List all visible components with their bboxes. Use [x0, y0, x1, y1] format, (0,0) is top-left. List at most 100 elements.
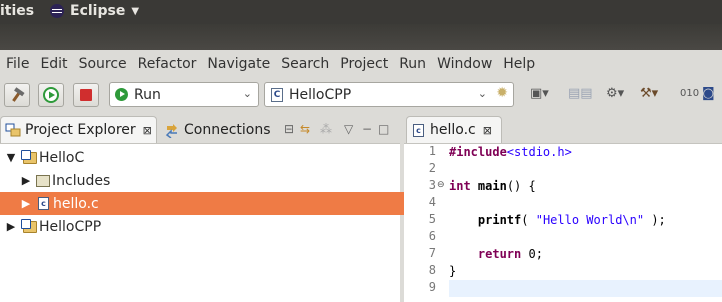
- close-icon[interactable]: ⊠: [143, 124, 152, 137]
- build-button[interactable]: [4, 83, 30, 107]
- tree-item-label: hello.c: [53, 195, 99, 212]
- editor-tab-bar: c hello.c ⊠: [404, 116, 722, 144]
- filter-icon[interactable]: ⁂: [320, 122, 332, 136]
- c-file-icon: c: [38, 197, 49, 210]
- build-config-icon[interactable]: ⚒▾: [640, 86, 658, 101]
- window-title-bar: [0, 24, 722, 50]
- code-text: );: [644, 213, 666, 227]
- tab-connections[interactable]: Connections: [160, 116, 278, 143]
- chevron-down-icon: ⌄: [477, 87, 487, 100]
- stop-button[interactable]: [73, 83, 99, 107]
- collapsed-arrow-icon[interactable]: ▶: [20, 197, 32, 210]
- includes-icon: [36, 174, 50, 187]
- c-file-icon: C: [271, 87, 283, 102]
- tree-item-label: HelloCPP: [39, 218, 102, 235]
- run-button[interactable]: [38, 83, 64, 107]
- menu-project[interactable]: Project: [340, 56, 388, 72]
- gear-icon[interactable]: ✹: [496, 85, 508, 101]
- debug-config-icon[interactable]: ⚙▾: [606, 86, 624, 101]
- project-explorer-icon: [5, 123, 21, 137]
- menu-source[interactable]: Source: [79, 56, 127, 72]
- c-file-icon: c: [413, 123, 424, 137]
- code-line: return 0;: [449, 246, 543, 263]
- code-line: printf( "Hello World\n" );: [449, 212, 666, 229]
- main-toolbar: Run ⌄ C HelloCPP ⌄ ✹ ▣▾ ▤▤ ⚙▾ ⚒▾ 010 ◙: [0, 78, 722, 112]
- project-folder-icon: [21, 149, 37, 164]
- keyword: int: [449, 179, 471, 193]
- code-text: 0;: [521, 247, 543, 261]
- view-menu-icon[interactable]: ▽: [344, 122, 353, 136]
- fold-collapse-icon[interactable]: ⊖: [437, 180, 445, 190]
- line-number: 3: [428, 178, 436, 192]
- collapsed-arrow-icon[interactable]: ▶: [5, 220, 17, 233]
- menu-edit[interactable]: Edit: [40, 56, 67, 72]
- run-config-select[interactable]: Run ⌄: [109, 82, 259, 107]
- menu-navigate[interactable]: Navigate: [207, 56, 270, 72]
- binary-icon[interactable]: 010: [680, 88, 699, 99]
- code-line: }: [449, 263, 456, 280]
- eclipse-logo-icon: [50, 4, 64, 18]
- code-text: () {: [506, 179, 536, 193]
- code-line: #include<stdio.h>: [449, 144, 572, 161]
- tab-project-explorer-label: Project Explorer: [25, 122, 136, 138]
- tree-item-hellocpp[interactable]: ▶ HelloCPP: [0, 215, 405, 238]
- tab-hello-c[interactable]: c hello.c ⊠: [406, 116, 502, 143]
- line-number: 4: [428, 195, 436, 209]
- line-number: 2: [428, 161, 436, 175]
- launch-target-value: HelloCPP: [289, 86, 352, 103]
- run-icon: [43, 87, 59, 103]
- line-number: 1: [428, 144, 436, 158]
- menu-refactor[interactable]: Refactor: [138, 56, 197, 72]
- line-number-gutter: 1 2 3 ⊖ 4 5 6 7 8 9: [404, 144, 448, 302]
- line-number: 5: [428, 212, 436, 226]
- menu-window[interactable]: Window: [437, 56, 492, 72]
- code-text: }: [449, 264, 457, 278]
- line-number: 6: [428, 229, 436, 243]
- collapsed-arrow-icon[interactable]: ▶: [20, 174, 32, 187]
- stop-icon: [80, 89, 92, 101]
- menu-search[interactable]: Search: [281, 56, 329, 72]
- launch-target-select[interactable]: C HelloCPP ⌄ ✹: [264, 82, 514, 107]
- minimize-icon[interactable]: −: [362, 122, 372, 136]
- include-directive: #include: [449, 145, 507, 159]
- close-icon[interactable]: ⊠: [483, 124, 492, 137]
- left-tab-bar: Project Explorer ⊠ Connections ⊟ ⇆ ⁂ ▽ −…: [0, 116, 400, 144]
- caret-down-icon: ▼: [131, 5, 140, 17]
- current-line-highlight: [449, 280, 722, 297]
- expanded-arrow-icon[interactable]: ▼: [5, 151, 17, 164]
- maximize-icon[interactable]: □: [378, 122, 389, 136]
- project-explorer-panel: Project Explorer ⊠ Connections ⊟ ⇆ ⁂ ▽ −…: [0, 116, 420, 302]
- run-icon: [115, 88, 128, 101]
- menu-help[interactable]: Help: [503, 56, 535, 72]
- app-menu[interactable]: Eclipse ▼: [50, 3, 139, 19]
- include-path: <stdio.h>: [506, 145, 572, 159]
- code-text: (: [521, 213, 536, 227]
- menu-file[interactable]: File: [6, 56, 29, 72]
- tab-project-explorer[interactable]: Project Explorer ⊠: [0, 116, 157, 143]
- tree-item-hello-c[interactable]: ▶ c hello.c: [0, 192, 420, 215]
- new-wizard-icon[interactable]: ▣▾: [530, 86, 549, 101]
- tree-item-includes[interactable]: ▶ Includes: [0, 169, 420, 192]
- hammer-icon: [12, 87, 25, 102]
- tab-connections-label: Connections: [184, 121, 271, 138]
- collapse-all-icon[interactable]: ⊟: [284, 122, 294, 136]
- tree-item-label: HelloC: [39, 149, 85, 166]
- system-top-panel: ities Eclipse ▼: [0, 0, 722, 24]
- line-number: 9: [428, 280, 436, 294]
- menu-run[interactable]: Run: [399, 56, 426, 72]
- project-folder-icon: [21, 218, 37, 233]
- run-config-value: Run: [134, 86, 161, 103]
- keyword: return: [477, 247, 522, 261]
- tree-item-label: Includes: [52, 172, 111, 189]
- code-line: int main() {: [449, 178, 536, 195]
- app-name: Eclipse: [70, 3, 126, 19]
- top-panel-left-text: ities: [0, 3, 35, 19]
- new-class-icon[interactable]: ◙: [702, 86, 715, 101]
- editor-tab-label: hello.c: [430, 122, 476, 138]
- save-icon[interactable]: ▤▤: [568, 86, 593, 101]
- tree-item-helloc[interactable]: ▼ HelloC: [0, 146, 405, 169]
- line-number: 7: [428, 246, 436, 260]
- string-literal: "Hello World\n": [535, 213, 645, 227]
- link-editor-icon[interactable]: ⇆: [300, 122, 310, 136]
- code-text-area[interactable]: #include<stdio.h> int main() { printf( "…: [449, 144, 722, 302]
